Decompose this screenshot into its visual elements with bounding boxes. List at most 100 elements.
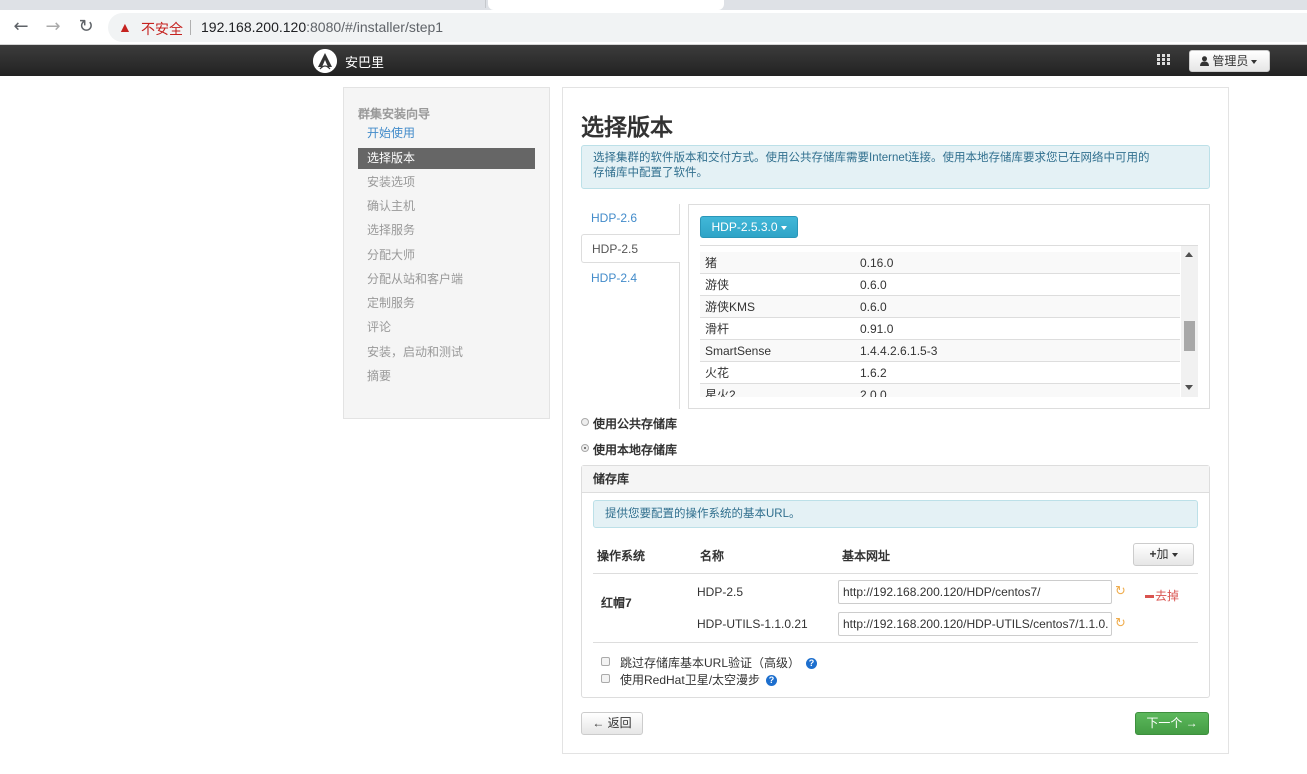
- browser-tab-active[interactable]: [488, 0, 724, 10]
- user-icon: [1200, 56, 1209, 66]
- repo-name: HDP-2.5: [697, 585, 744, 599]
- not-secure-label[interactable]: 不安全: [141, 19, 183, 39]
- table-row: 游侠 0.6.0: [700, 274, 1180, 296]
- brand-name[interactable]: 安巴里: [345, 52, 384, 71]
- sidebar-item-assign-masters: 分配大师: [367, 248, 416, 262]
- tab-hdp-2-6[interactable]: HDP-2.6: [581, 204, 680, 233]
- service-version: 0.16.0: [860, 256, 894, 270]
- undo-icon[interactable]: ↻: [1115, 617, 1127, 630]
- next-button[interactable]: 下一个 →: [1135, 712, 1209, 735]
- base-url-input-hdp[interactable]: http://192.168.200.120/HDP/centos7/: [838, 580, 1112, 604]
- add-os-label: 加: [1156, 547, 1169, 561]
- services-table[interactable]: 猪 0.16.0 游侠 0.6.0 游侠KMS 0.6.0 滑杆 0.91.0 Smar…: [700, 245, 1198, 397]
- table-row: SmartSense 1.4.4.2.6.1.5-3: [700, 340, 1180, 362]
- url-text[interactable]: 192.168.200.120:8080/#/installer/step1: [201, 19, 443, 35]
- browser-tabstrip: [0, 0, 1307, 10]
- service-version: 1.6.2: [860, 366, 887, 380]
- service-name: 火花: [705, 366, 730, 380]
- minus-icon: [1145, 595, 1154, 599]
- sidebar-item-review: 评论: [367, 320, 392, 334]
- sidebar-item-install-options: 安装选项: [367, 175, 416, 189]
- reload-icon[interactable]: ↻: [74, 16, 98, 38]
- public-repo-radio[interactable]: [581, 418, 589, 426]
- help-icon[interactable]: ?: [766, 675, 778, 687]
- service-name: SmartSense: [705, 344, 772, 358]
- service-version: 0.6.0: [860, 278, 887, 292]
- column-header-base-url: 基本网址: [842, 549, 891, 563]
- back-arrow-icon[interactable]: ←: [9, 16, 33, 38]
- app-navbar: 安巴里 管理员: [0, 45, 1307, 76]
- warning-triangle-icon[interactable]: ▲: [118, 19, 134, 35]
- help-icon[interactable]: ?: [806, 658, 818, 670]
- info-alert: 选择集群的软件版本和交付方式。使用公共存储库需要Internet连接。使用本地存…: [581, 145, 1210, 189]
- browser-tab-inactive[interactable]: [0, 0, 486, 8]
- service-version: 1.4.4.2.6.1.5-3: [860, 344, 938, 358]
- url-field[interactable]: ▲ 不安全 192.168.200.120:8080/#/installer/s…: [108, 13, 1307, 42]
- plus-icon: +: [1149, 547, 1157, 561]
- sidebar-item-choose-services: 选择服务: [367, 223, 416, 237]
- redhat-satellite-checkbox[interactable]: [601, 674, 610, 683]
- skip-url-check-text: 跳过存储库基本URL验证（高级）: [620, 656, 801, 670]
- service-name: 猪: [705, 256, 718, 270]
- divider: [593, 642, 1198, 643]
- local-repo-label[interactable]: 使用本地存储库: [593, 441, 677, 458]
- repositories-heading: 储存库: [582, 466, 1209, 493]
- base-url-input-hdp-utils[interactable]: http://192.168.200.120/HDP-UTILS/centos7…: [838, 612, 1112, 636]
- scroll-down-arrow-icon[interactable]: [1185, 385, 1193, 390]
- repo-name: HDP-UTILS-1.1.0.21: [697, 617, 808, 631]
- stack-tab-content: HDP-2.5.3.0 猪 0.16.0 游侠 0.6.0 游侠KMS 0.6.0 滑…: [688, 204, 1210, 409]
- service-name: 滑杆: [705, 322, 730, 336]
- sidebar-item-install-start-test: 安装，启动和测试: [367, 345, 464, 359]
- sidebar-item-select-version[interactable]: 选择版本: [358, 148, 535, 169]
- divider: [593, 573, 1198, 574]
- sidebar-item-get-started[interactable]: 开始使用: [358, 123, 535, 144]
- skip-url-check-checkbox[interactable]: [601, 657, 610, 666]
- chevron-down-icon: [1251, 59, 1258, 64]
- scroll-up-arrow-icon[interactable]: [1185, 252, 1193, 257]
- local-repo-radio[interactable]: [581, 444, 589, 452]
- column-header-os: 操作系统: [597, 549, 646, 563]
- undo-icon[interactable]: ↻: [1115, 585, 1127, 598]
- repositories-panel: 储存库 提供您要配置的操作系统的基本URL。 操作系统 名称 基本网址 +加 红…: [581, 465, 1210, 698]
- table-scrollbar[interactable]: [1181, 246, 1198, 397]
- user-menu-button[interactable]: 管理员: [1189, 50, 1270, 72]
- chevron-down-icon: [1171, 552, 1178, 557]
- service-version: 0.91.0: [860, 322, 894, 336]
- public-repo-label[interactable]: 使用公共存储库: [593, 415, 677, 432]
- grid-icon[interactable]: [1157, 54, 1171, 66]
- info-line-1: 选择集群的软件版本和交付方式。使用公共存储库需要Internet连接。使用本地存…: [593, 152, 1150, 164]
- sidebar-item-assign-slaves: 分配从站和客户端: [367, 272, 464, 286]
- wizard-heading: 群集安装向导: [358, 107, 431, 121]
- chevron-down-icon: [780, 225, 787, 230]
- sidebar-item-customize-services: 定制服务: [367, 296, 416, 310]
- service-version: 2.0.0: [860, 388, 887, 397]
- tab-hdp-2-4[interactable]: HDP-2.4: [581, 264, 680, 293]
- table-row: 火花 1.6.2: [700, 362, 1180, 384]
- service-version: 0.6.0: [860, 300, 887, 314]
- version-dropdown-button[interactable]: HDP-2.5.3.0: [700, 216, 798, 238]
- service-name: 游侠: [705, 278, 730, 292]
- tab-hdp-2-5[interactable]: HDP-2.5: [581, 234, 680, 263]
- redhat-satellite-label[interactable]: 使用RedHat卫星/太空漫步?: [620, 671, 778, 688]
- sidebar-item-confirm-hosts: 确认主机: [367, 199, 416, 213]
- url-host: 192.168.200.120: [201, 19, 307, 35]
- repositories-info: 提供您要配置的操作系统的基本URL。: [593, 500, 1198, 528]
- table-row: 猪 0.16.0: [700, 252, 1180, 274]
- column-header-name: 名称: [700, 549, 725, 563]
- add-os-button[interactable]: +加: [1133, 543, 1194, 566]
- skip-url-check-label[interactable]: 跳过存储库基本URL验证（高级）?: [620, 654, 818, 671]
- remove-label: 去掉: [1155, 589, 1180, 603]
- page-title: 选择版本: [581, 114, 673, 140]
- service-name: 星火2: [705, 388, 736, 397]
- back-button[interactable]: ← 返回: [581, 712, 643, 735]
- table-row: 星火2 2.0.0: [700, 384, 1180, 397]
- user-menu-label: 管理员: [1212, 54, 1249, 68]
- version-label: HDP-2.5.3.0: [711, 220, 778, 234]
- ambari-logo-icon[interactable]: [313, 49, 337, 73]
- redhat-satellite-text: 使用RedHat卫星/太空漫步: [620, 673, 761, 687]
- forward-arrow-icon[interactable]: →: [41, 16, 65, 38]
- scroll-thumb[interactable]: [1184, 321, 1195, 351]
- main-panel: 选择版本 选择集群的软件版本和交付方式。使用公共存储库需要Internet连接。…: [562, 87, 1229, 754]
- remove-os-button[interactable]: 去掉: [1145, 587, 1179, 604]
- url-path: :8080/#/installer/step1: [306, 19, 444, 35]
